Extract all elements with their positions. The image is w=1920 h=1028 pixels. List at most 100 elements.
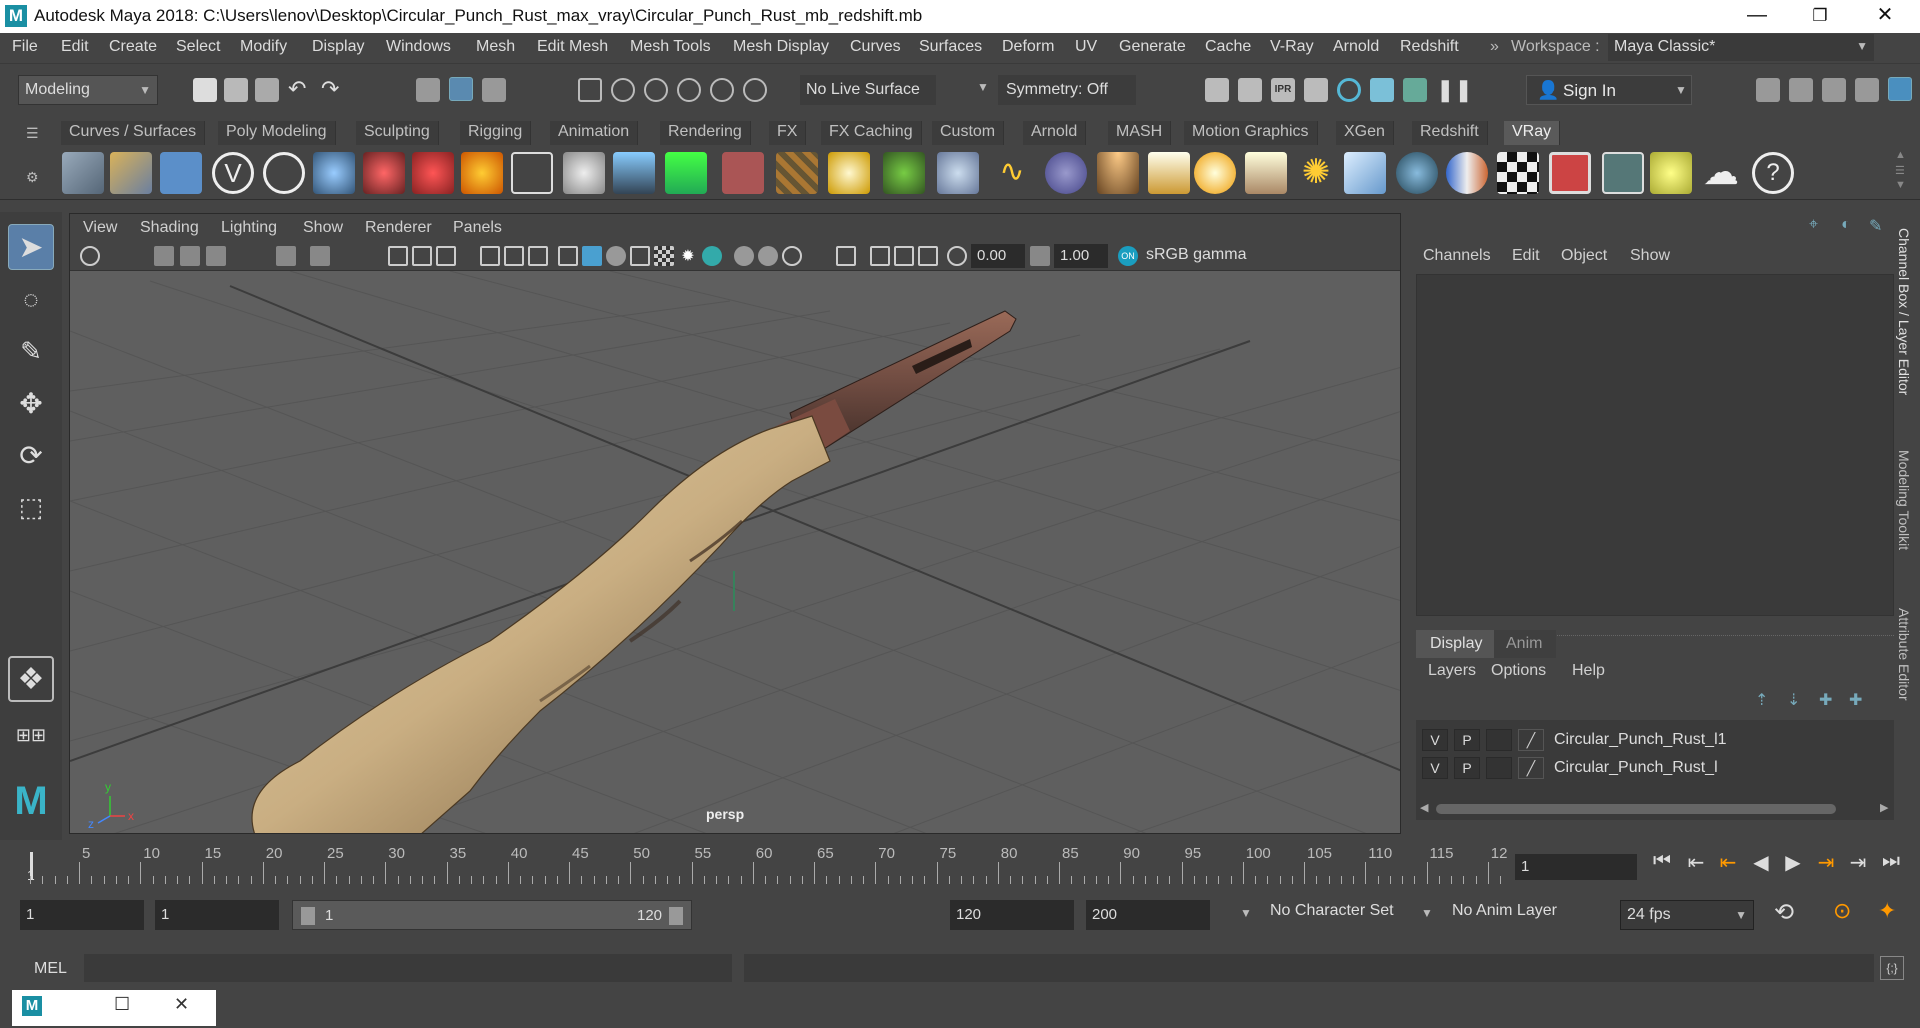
menu-overflow-icon[interactable]: » bbox=[1490, 38, 1499, 56]
wireframe-icon[interactable] bbox=[558, 246, 578, 266]
tab-sculpting[interactable]: Sculpting bbox=[356, 121, 439, 145]
chevron-down-icon[interactable]: ▼ bbox=[977, 80, 989, 94]
layer-display-type-toggle[interactable] bbox=[1486, 757, 1512, 779]
color-management-icon[interactable]: ON bbox=[1118, 246, 1138, 266]
step-back-key-icon[interactable]: ⇤ bbox=[1683, 850, 1709, 875]
vray-dome-icon[interactable] bbox=[828, 152, 870, 194]
default-material-icon[interactable] bbox=[606, 246, 626, 266]
vray-rect-light-icon[interactable] bbox=[1344, 152, 1386, 194]
layer-color-swatch[interactable]: ╱ bbox=[1518, 729, 1544, 751]
menu-mesh-tools[interactable]: Mesh Tools bbox=[630, 38, 711, 56]
shelf-scroll-down-icon[interactable]: ▼ bbox=[1895, 179, 1906, 191]
range-end-handle[interactable] bbox=[669, 907, 683, 925]
playback-start-field[interactable]: 1 bbox=[155, 900, 279, 930]
resolution-gate-icon[interactable] bbox=[436, 246, 456, 266]
restore-button[interactable]: ❐ bbox=[1793, 0, 1847, 33]
menu-surfaces[interactable]: Surfaces bbox=[919, 38, 982, 56]
isolate-select-icon[interactable] bbox=[836, 246, 856, 266]
chevron-down-icon[interactable]: ▼ bbox=[1240, 906, 1252, 920]
vray-ies-light-icon[interactable] bbox=[1245, 152, 1287, 194]
tab-fx[interactable]: FX bbox=[769, 121, 807, 145]
layer-menu-options[interactable]: Options bbox=[1491, 662, 1546, 680]
menu-cache[interactable]: Cache bbox=[1205, 38, 1251, 56]
undo-icon[interactable]: ↶ bbox=[288, 78, 312, 102]
tab-curves-surfaces[interactable]: Curves / Surfaces bbox=[61, 121, 206, 145]
vray-settings-icon[interactable] bbox=[263, 152, 305, 194]
camera-attributes-icon[interactable] bbox=[154, 246, 174, 266]
layer-color-swatch[interactable]: ╱ bbox=[1518, 757, 1544, 779]
layer-row[interactable]: V P ╱ Circular_Punch_Rust_l1 bbox=[1416, 726, 1894, 754]
film-gate-icon[interactable] bbox=[412, 246, 432, 266]
vray-plane-icon[interactable] bbox=[511, 152, 553, 194]
layer-playback-toggle[interactable]: P bbox=[1454, 757, 1480, 779]
vray-curve-icon[interactable]: ∿ bbox=[991, 152, 1033, 194]
minimize-button[interactable]: — bbox=[1730, 0, 1784, 33]
command-input[interactable] bbox=[84, 954, 732, 982]
tab-rigging[interactable]: Rigging bbox=[460, 121, 532, 145]
menu-select[interactable]: Select bbox=[176, 38, 220, 56]
menu-deform[interactable]: Deform bbox=[1002, 38, 1054, 56]
tab-arnold[interactable]: Arnold bbox=[1023, 121, 1087, 145]
anim-layer-dropdown[interactable]: No Anim Layer bbox=[1452, 902, 1557, 920]
lasso-tool-icon[interactable]: ◌ bbox=[8, 276, 54, 322]
select-camera-icon[interactable] bbox=[80, 246, 100, 266]
layer-menu-layers[interactable]: Layers bbox=[1428, 662, 1476, 680]
vray-material-icon[interactable] bbox=[1396, 152, 1438, 194]
snap-projected-icon[interactable] bbox=[677, 78, 701, 102]
menu-file[interactable]: File bbox=[12, 38, 38, 56]
vray-grass-icon[interactable] bbox=[883, 152, 925, 194]
render-setup-icon[interactable] bbox=[1370, 78, 1394, 102]
viewport-panel[interactable]: View Shading Lighting Show Renderer Pane… bbox=[69, 213, 1401, 834]
open-scene-icon[interactable] bbox=[224, 78, 248, 102]
loop-icon[interactable]: ⟲ bbox=[1774, 898, 1794, 927]
menu-uv[interactable]: UV bbox=[1075, 38, 1097, 56]
viewport-menu-view[interactable]: View bbox=[83, 219, 117, 237]
vray-camera-icon[interactable] bbox=[363, 152, 405, 194]
move-layer-down-icon[interactable]: ⇣ bbox=[1787, 690, 1800, 710]
grid-toggle-icon[interactable] bbox=[388, 246, 408, 266]
scroll-right-icon[interactable]: ▶ bbox=[1880, 801, 1888, 814]
fps-dropdown[interactable]: 24 fps ▼ bbox=[1620, 900, 1754, 930]
menu-windows[interactable]: Windows bbox=[386, 38, 451, 56]
smooth-shade-icon[interactable] bbox=[582, 246, 602, 266]
single-perspective-layout-icon[interactable]: ❖ bbox=[8, 656, 54, 702]
safe-title-icon[interactable] bbox=[504, 246, 524, 266]
channel-box-settings-icon[interactable]: ◐ bbox=[1841, 216, 1851, 234]
vray-omni-light-icon[interactable] bbox=[1194, 152, 1236, 194]
attribute-editor-icon[interactable] bbox=[1789, 78, 1813, 102]
redo-icon[interactable]: ↷ bbox=[321, 78, 345, 102]
shelf-scroll-up-icon[interactable]: ▲ bbox=[1895, 149, 1906, 161]
textured-icon[interactable] bbox=[654, 246, 674, 266]
minimized-window[interactable]: M ☐ ✕ bbox=[12, 990, 216, 1026]
vray-sphere-light-icon[interactable] bbox=[1045, 152, 1087, 194]
lights-icon[interactable]: ✹ bbox=[678, 246, 698, 266]
go-to-start-icon[interactable]: ⏮ bbox=[1649, 850, 1675, 873]
step-forward-key-icon[interactable]: ⇥ bbox=[1845, 850, 1871, 875]
pause-icon[interactable]: ❚❚ bbox=[1436, 78, 1473, 102]
step-forward-frame-icon[interactable]: ⇥ bbox=[1813, 850, 1839, 875]
new-layer-selected-icon[interactable]: ✚ bbox=[1849, 690, 1862, 710]
layer-row[interactable]: V P ╱ Circular_Punch_Rust_l bbox=[1416, 754, 1894, 782]
vray-cloud-icon[interactable]: ☁ bbox=[1700, 152, 1742, 194]
shadows-icon[interactable] bbox=[702, 246, 722, 266]
xray-components-icon[interactable] bbox=[918, 246, 938, 266]
save-scene-icon[interactable] bbox=[255, 78, 279, 102]
vray-texture-icon[interactable] bbox=[776, 152, 818, 194]
move-tool-icon[interactable]: ✥ bbox=[8, 380, 54, 426]
close-button[interactable]: ✕ bbox=[1858, 0, 1912, 33]
shelf-menu-icon[interactable]: ☰ bbox=[1895, 164, 1905, 177]
tab-fx-caching[interactable]: FX Caching bbox=[821, 121, 922, 145]
vray-ipr-icon[interactable] bbox=[110, 152, 152, 194]
viewport-scene[interactable]: y x z bbox=[70, 270, 1400, 833]
side-tab-channel-box[interactable]: Channel Box / Layer Editor bbox=[1896, 228, 1912, 395]
wireframe-on-shaded-icon[interactable] bbox=[630, 246, 650, 266]
menu-create[interactable]: Create bbox=[109, 38, 157, 56]
workspace-dropdown[interactable]: Maya Classic* ▼ bbox=[1608, 34, 1874, 61]
viewport-menu-lighting[interactable]: Lighting bbox=[221, 219, 277, 237]
select-components-icon[interactable] bbox=[482, 78, 506, 102]
range-slider[interactable]: 1 120 bbox=[292, 900, 692, 930]
vray-frame-buffer-icon[interactable] bbox=[160, 152, 202, 194]
play-backwards-icon[interactable]: ◀ bbox=[1748, 850, 1774, 875]
vray-dome-light-icon[interactable] bbox=[1097, 152, 1139, 194]
channel-box-menu-channels[interactable]: Channels bbox=[1423, 247, 1491, 265]
